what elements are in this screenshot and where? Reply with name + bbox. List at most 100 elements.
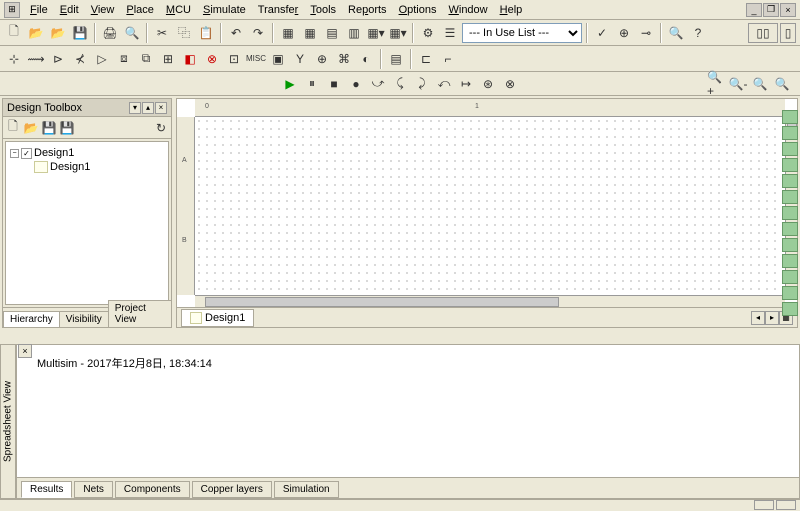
rf-icon[interactable]: Y — [290, 49, 310, 69]
instrument-11[interactable] — [782, 270, 798, 284]
cmos-icon[interactable]: ⧉ — [136, 49, 156, 69]
menu-reports[interactable]: Reports — [342, 2, 393, 18]
tab-nets[interactable]: Nets — [74, 481, 113, 498]
ni-icon[interactable]: ⌘ — [334, 49, 354, 69]
record-icon[interactable]: ● — [346, 74, 366, 94]
tab-visibility[interactable]: Visibility — [59, 311, 109, 327]
analog-icon[interactable]: ▷ — [92, 49, 112, 69]
stop-icon[interactable]: ■ — [324, 74, 344, 94]
menu-place[interactable]: Place — [120, 2, 160, 18]
source-icon[interactable]: ⊹ — [4, 49, 24, 69]
misc-icon[interactable]: MISC — [246, 49, 266, 69]
tool2-icon[interactable]: ⊕ — [614, 23, 634, 43]
grid4-icon[interactable]: ▥ — [344, 23, 364, 43]
grid6-icon[interactable]: ▦▾ — [388, 23, 408, 43]
dt-refresh-icon[interactable]: ↻ — [153, 120, 169, 136]
in-use-list-dropdown[interactable]: --- In Use List --- — [462, 23, 582, 43]
instrument-13[interactable] — [782, 302, 798, 316]
zoom-in-icon[interactable]: 🔍+ — [706, 74, 726, 94]
instrument-5[interactable] — [782, 174, 798, 188]
mcu-tool-icon[interactable]: ▤ — [386, 49, 406, 69]
tab-results[interactable]: Results — [21, 481, 72, 498]
grid2-icon[interactable]: ▦ — [300, 23, 320, 43]
tree-child[interactable]: Design1 — [34, 160, 164, 174]
run-icon[interactable]: ▶ — [280, 74, 300, 94]
power-icon[interactable]: ⊡ — [224, 49, 244, 69]
menu-tools[interactable]: Tools — [304, 2, 342, 18]
hier-icon[interactable]: ⌐ — [438, 49, 458, 69]
instrument-10[interactable] — [782, 254, 798, 268]
tab-hierarchy[interactable]: Hierarchy — [3, 311, 60, 327]
misc-digital-icon[interactable]: ⊞ — [158, 49, 178, 69]
instrument-9[interactable] — [782, 238, 798, 252]
step-out-icon[interactable]: ⤺ — [434, 74, 454, 94]
restore-button[interactable]: ❐ — [763, 3, 779, 17]
tree-root[interactable]: − ✓ Design1 — [10, 146, 164, 160]
menu-transfer[interactable]: Transfer — [252, 2, 305, 18]
zoom-area-icon[interactable]: 🔍 — [750, 74, 770, 94]
indicator-icon[interactable]: ⊗ — [202, 49, 222, 69]
bus-icon[interactable]: ⊏ — [416, 49, 436, 69]
horizontal-scrollbar[interactable] — [195, 295, 785, 307]
tool3-icon[interactable]: ⊸ — [636, 23, 656, 43]
open2-icon[interactable]: 📂 — [48, 23, 68, 43]
menu-file[interactable]: File — [24, 2, 54, 18]
dt-open-icon[interactable]: 📂 — [23, 120, 39, 136]
tool1-icon[interactable]: ✓ — [592, 23, 612, 43]
undo-icon[interactable]: ↶ — [226, 23, 246, 43]
tab-next-icon[interactable]: ▸ — [765, 311, 779, 325]
advanced-icon[interactable]: ▣ — [268, 49, 288, 69]
open-icon[interactable]: 📂 — [26, 23, 46, 43]
paste-icon[interactable]: 📋 — [196, 23, 216, 43]
step-icon[interactable]: ⤻ — [368, 74, 388, 94]
ttl-icon[interactable]: ⧈ — [114, 49, 134, 69]
print-icon[interactable]: 🖨 — [100, 23, 120, 43]
mixed-icon[interactable]: ◧ — [180, 49, 200, 69]
instrument-8[interactable] — [782, 222, 798, 236]
cut-icon[interactable]: ✂ — [152, 23, 172, 43]
dt-save-icon[interactable]: 💾 — [41, 120, 57, 136]
menu-options[interactable]: Options — [393, 2, 443, 18]
toolbox-pin-icon[interactable]: ▴ — [142, 102, 154, 114]
print-preview-icon[interactable]: 🔍 — [122, 23, 142, 43]
instrument-4[interactable] — [782, 158, 798, 172]
pause-icon[interactable]: ⏸ — [302, 74, 322, 94]
save-icon[interactable]: 💾 — [70, 23, 90, 43]
instrument-6[interactable] — [782, 190, 798, 204]
instrument-3[interactable] — [782, 142, 798, 156]
redo-icon[interactable]: ↷ — [248, 23, 268, 43]
grid1-icon[interactable]: ▦ — [278, 23, 298, 43]
meter2-icon[interactable]: ▯ — [780, 23, 796, 43]
toolbox-close-icon[interactable]: × — [155, 102, 167, 114]
connector-icon[interactable]: ◐ — [356, 49, 376, 69]
zoom-fit-icon[interactable]: 🔍 — [772, 74, 792, 94]
menu-edit[interactable]: Edit — [54, 2, 85, 18]
tree-checkbox[interactable]: ✓ — [21, 148, 32, 159]
transistor-icon[interactable]: ⊀ — [70, 49, 90, 69]
resistor-icon[interactable]: ⟿ — [26, 49, 46, 69]
tab-simulation[interactable]: Simulation — [274, 481, 339, 498]
instrument-12[interactable] — [782, 286, 798, 300]
dt-new-icon[interactable]: 🗋 — [5, 120, 21, 136]
menu-view[interactable]: View — [85, 2, 121, 18]
tab-copper-layers[interactable]: Copper layers — [192, 481, 272, 498]
h-scroll-thumb[interactable] — [205, 297, 559, 307]
zoom-out-icon[interactable]: 🔍- — [728, 74, 748, 94]
dt-save2-icon[interactable]: 💾 — [59, 120, 75, 136]
close-button[interactable]: × — [780, 3, 796, 17]
copy-icon[interactable]: ⿻ — [174, 23, 194, 43]
tab-project-view[interactable]: Project View — [108, 300, 172, 327]
tree-collapse-icon[interactable]: − — [10, 149, 19, 158]
list-icon[interactable]: ☰ — [440, 23, 460, 43]
grid3-icon[interactable]: ▤ — [322, 23, 342, 43]
toolbox-dropdown-icon[interactable]: ▾ — [129, 102, 141, 114]
menu-mcu[interactable]: MCU — [160, 2, 197, 18]
step-over-icon[interactable]: ⤸ — [412, 74, 432, 94]
electro-icon[interactable]: ⊕ — [312, 49, 332, 69]
menu-simulate[interactable]: Simulate — [197, 2, 252, 18]
breakpoint-icon[interactable]: ⊛ — [478, 74, 498, 94]
canvas-tab-design1[interactable]: Design1 — [181, 309, 254, 327]
reset-icon[interactable]: ⊗ — [500, 74, 520, 94]
minimize-button[interactable]: _ — [746, 3, 762, 17]
schematic-canvas[interactable] — [195, 117, 785, 295]
